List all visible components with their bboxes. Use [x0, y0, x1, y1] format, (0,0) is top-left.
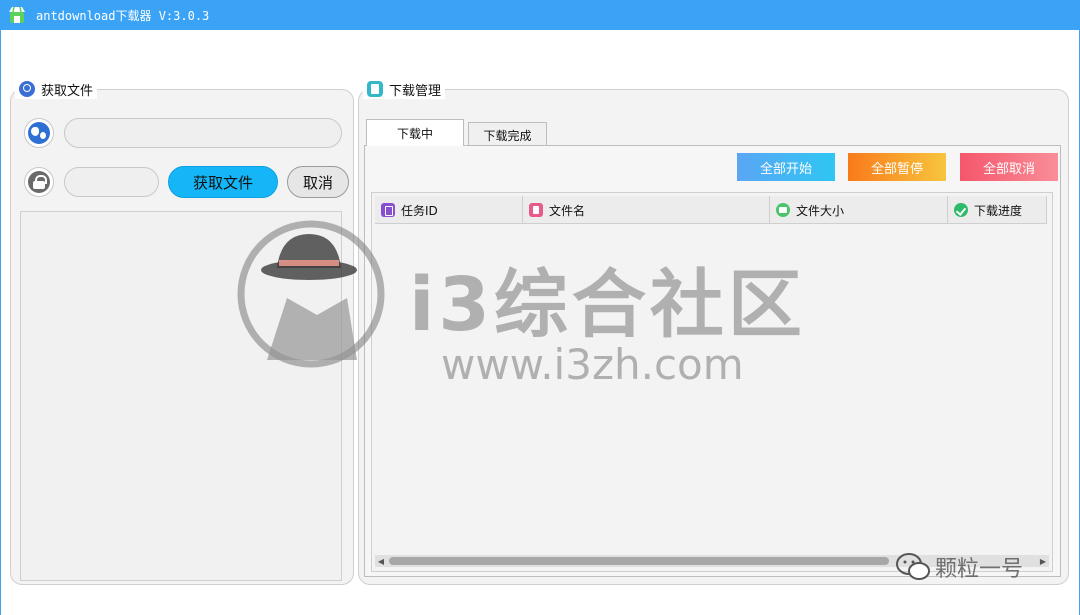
scroll-thumb[interactable] [389, 557, 889, 565]
cancel-button[interactable]: 取消 [287, 166, 349, 198]
fetch-file-legend: 获取文件 [15, 79, 98, 99]
table-header: 任务ID 文件名 文件大小 下载进度 [375, 196, 1047, 224]
col-file-size[interactable]: 文件大小 [770, 196, 948, 224]
fetch-file-button[interactable]: 获取文件 [168, 166, 278, 198]
corner-mark-text: 颗粒一号 [935, 557, 1024, 582]
lock-button[interactable] [24, 167, 54, 197]
cancel-all-button[interactable]: 全部取消 [960, 153, 1058, 181]
download-manager-title: 下载管理 [389, 83, 442, 99]
window-title: antdownload下载器 V:3.0.3 [36, 8, 210, 23]
file-list[interactable] [20, 211, 342, 581]
download-manager-panel: 下载管理 下载中 下载完成 全部开始 全部暂停 全部取消 任务ID 文件名 文件… [358, 79, 1069, 585]
globe-button[interactable] [24, 118, 54, 148]
wechat-icon [896, 553, 930, 580]
edit-icon [381, 203, 395, 217]
tab-downloading[interactable]: 下载中 [366, 119, 464, 146]
tab-downloaded[interactable]: 下载完成 [468, 122, 547, 147]
file-icon [529, 203, 543, 217]
title-bar: antdownload下载器 V:3.0.3 [0, 0, 1080, 30]
scroll-right-icon[interactable]: ▶ [1037, 555, 1049, 567]
col-task-id[interactable]: 任务ID [375, 196, 523, 224]
lock-icon [28, 171, 50, 193]
col-task-id-label: 任务ID [401, 203, 438, 218]
pause-all-button[interactable]: 全部暂停 [848, 153, 946, 181]
check-icon [954, 203, 968, 217]
clipboard-icon [367, 81, 383, 97]
globe-icon [28, 122, 50, 144]
app-icon [6, 5, 28, 25]
col-progress[interactable]: 下载进度 [948, 196, 1047, 224]
col-file-size-label: 文件大小 [796, 203, 845, 218]
fetch-file-title: 获取文件 [41, 83, 94, 99]
window-body: 获取文件 获取文件 取消 下载管理 下载中 下载完成 全部开始 全部暂停 全部取… [0, 30, 1080, 615]
download-table: 任务ID 文件名 文件大小 下载进度 ◀ ▶ [371, 192, 1053, 572]
size-icon [776, 203, 790, 217]
url-input[interactable] [64, 118, 342, 148]
start-all-button[interactable]: 全部开始 [737, 153, 835, 181]
password-input[interactable] [64, 167, 159, 197]
scroll-left-icon[interactable]: ◀ [375, 555, 387, 567]
search-icon [19, 81, 35, 97]
fetch-file-panel: 获取文件 获取文件 取消 [10, 79, 354, 585]
tab-page-downloading: 全部开始 全部暂停 全部取消 任务ID 文件名 文件大小 下载进度 ◀ ▶ [364, 145, 1061, 577]
corner-mark: 颗粒一号 [895, 551, 1023, 583]
download-manager-legend: 下载管理 [363, 79, 446, 99]
col-progress-label: 下载进度 [974, 203, 1023, 218]
col-file-name[interactable]: 文件名 [523, 196, 770, 224]
col-file-name-label: 文件名 [549, 203, 586, 218]
